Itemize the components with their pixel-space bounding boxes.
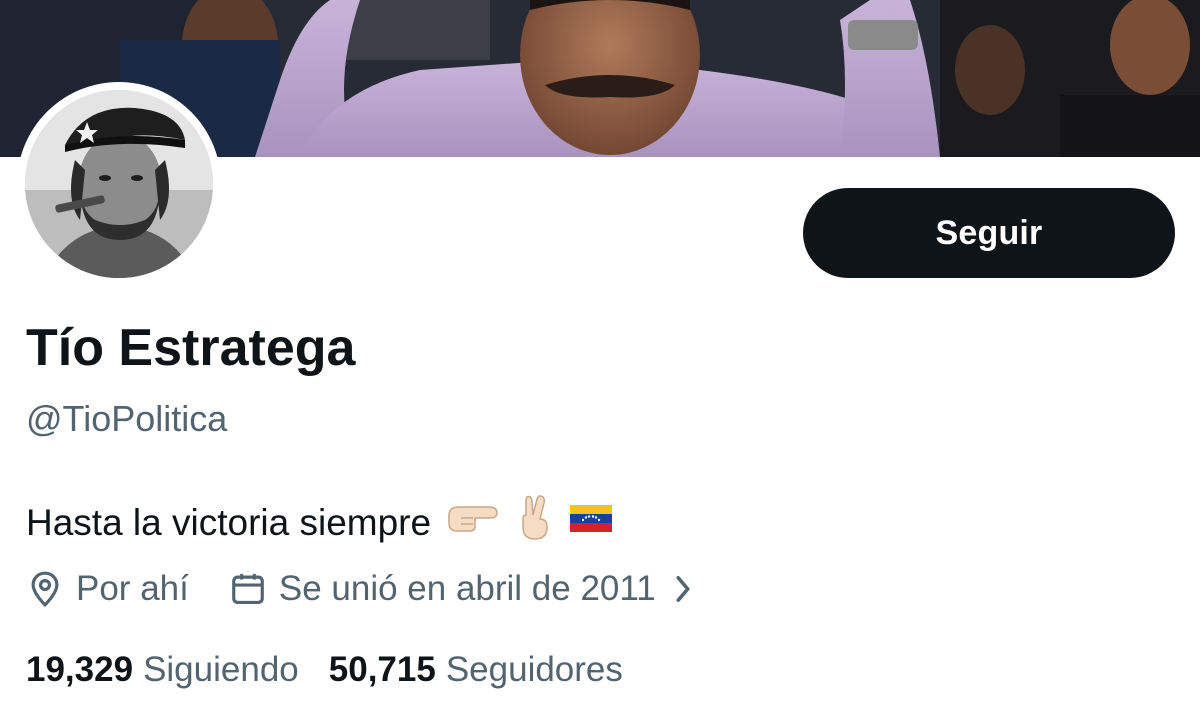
follow-button[interactable]: Seguir (803, 188, 1175, 278)
bio-text: Hasta la victoria siempre (26, 502, 432, 543)
joined-date-text: Se unió en abril de 2011 (278, 569, 656, 608)
followers-link[interactable]: 50,715 Seguidores (329, 650, 623, 690)
location-text: Por ahí (76, 569, 189, 608)
chevron-right-icon[interactable] (672, 573, 694, 605)
following-link[interactable]: 19,329 Siguiendo (26, 650, 299, 690)
profile-photo-graphic (25, 90, 213, 278)
bio: Hasta la victoria siempre (26, 493, 613, 553)
profile-photo (25, 90, 213, 278)
profile-meta: Por ahí Se unió en abril de 2011 (26, 565, 694, 613)
following-count: 19,329 (26, 650, 134, 689)
follow-stats: 19,329 Siguiendo 50,715 Seguidores (26, 646, 623, 694)
followers-label: Seguidores (445, 650, 623, 689)
pointing-right-emoji (445, 497, 501, 549)
followers-count: 50,715 (328, 650, 436, 689)
profile-page: Seguir Tío Estratega @TioPolitica Hasta … (0, 0, 1200, 721)
location-pin-icon (26, 569, 64, 609)
venezuela-flag-emoji (569, 499, 613, 547)
victory-hand-emoji (515, 493, 555, 553)
user-handle: @TioPolitica (26, 398, 228, 439)
following-label: Siguiendo (143, 650, 299, 689)
avatar[interactable] (17, 82, 221, 286)
calendar-icon (229, 569, 267, 609)
display-name: Tío Estratega (26, 319, 356, 377)
